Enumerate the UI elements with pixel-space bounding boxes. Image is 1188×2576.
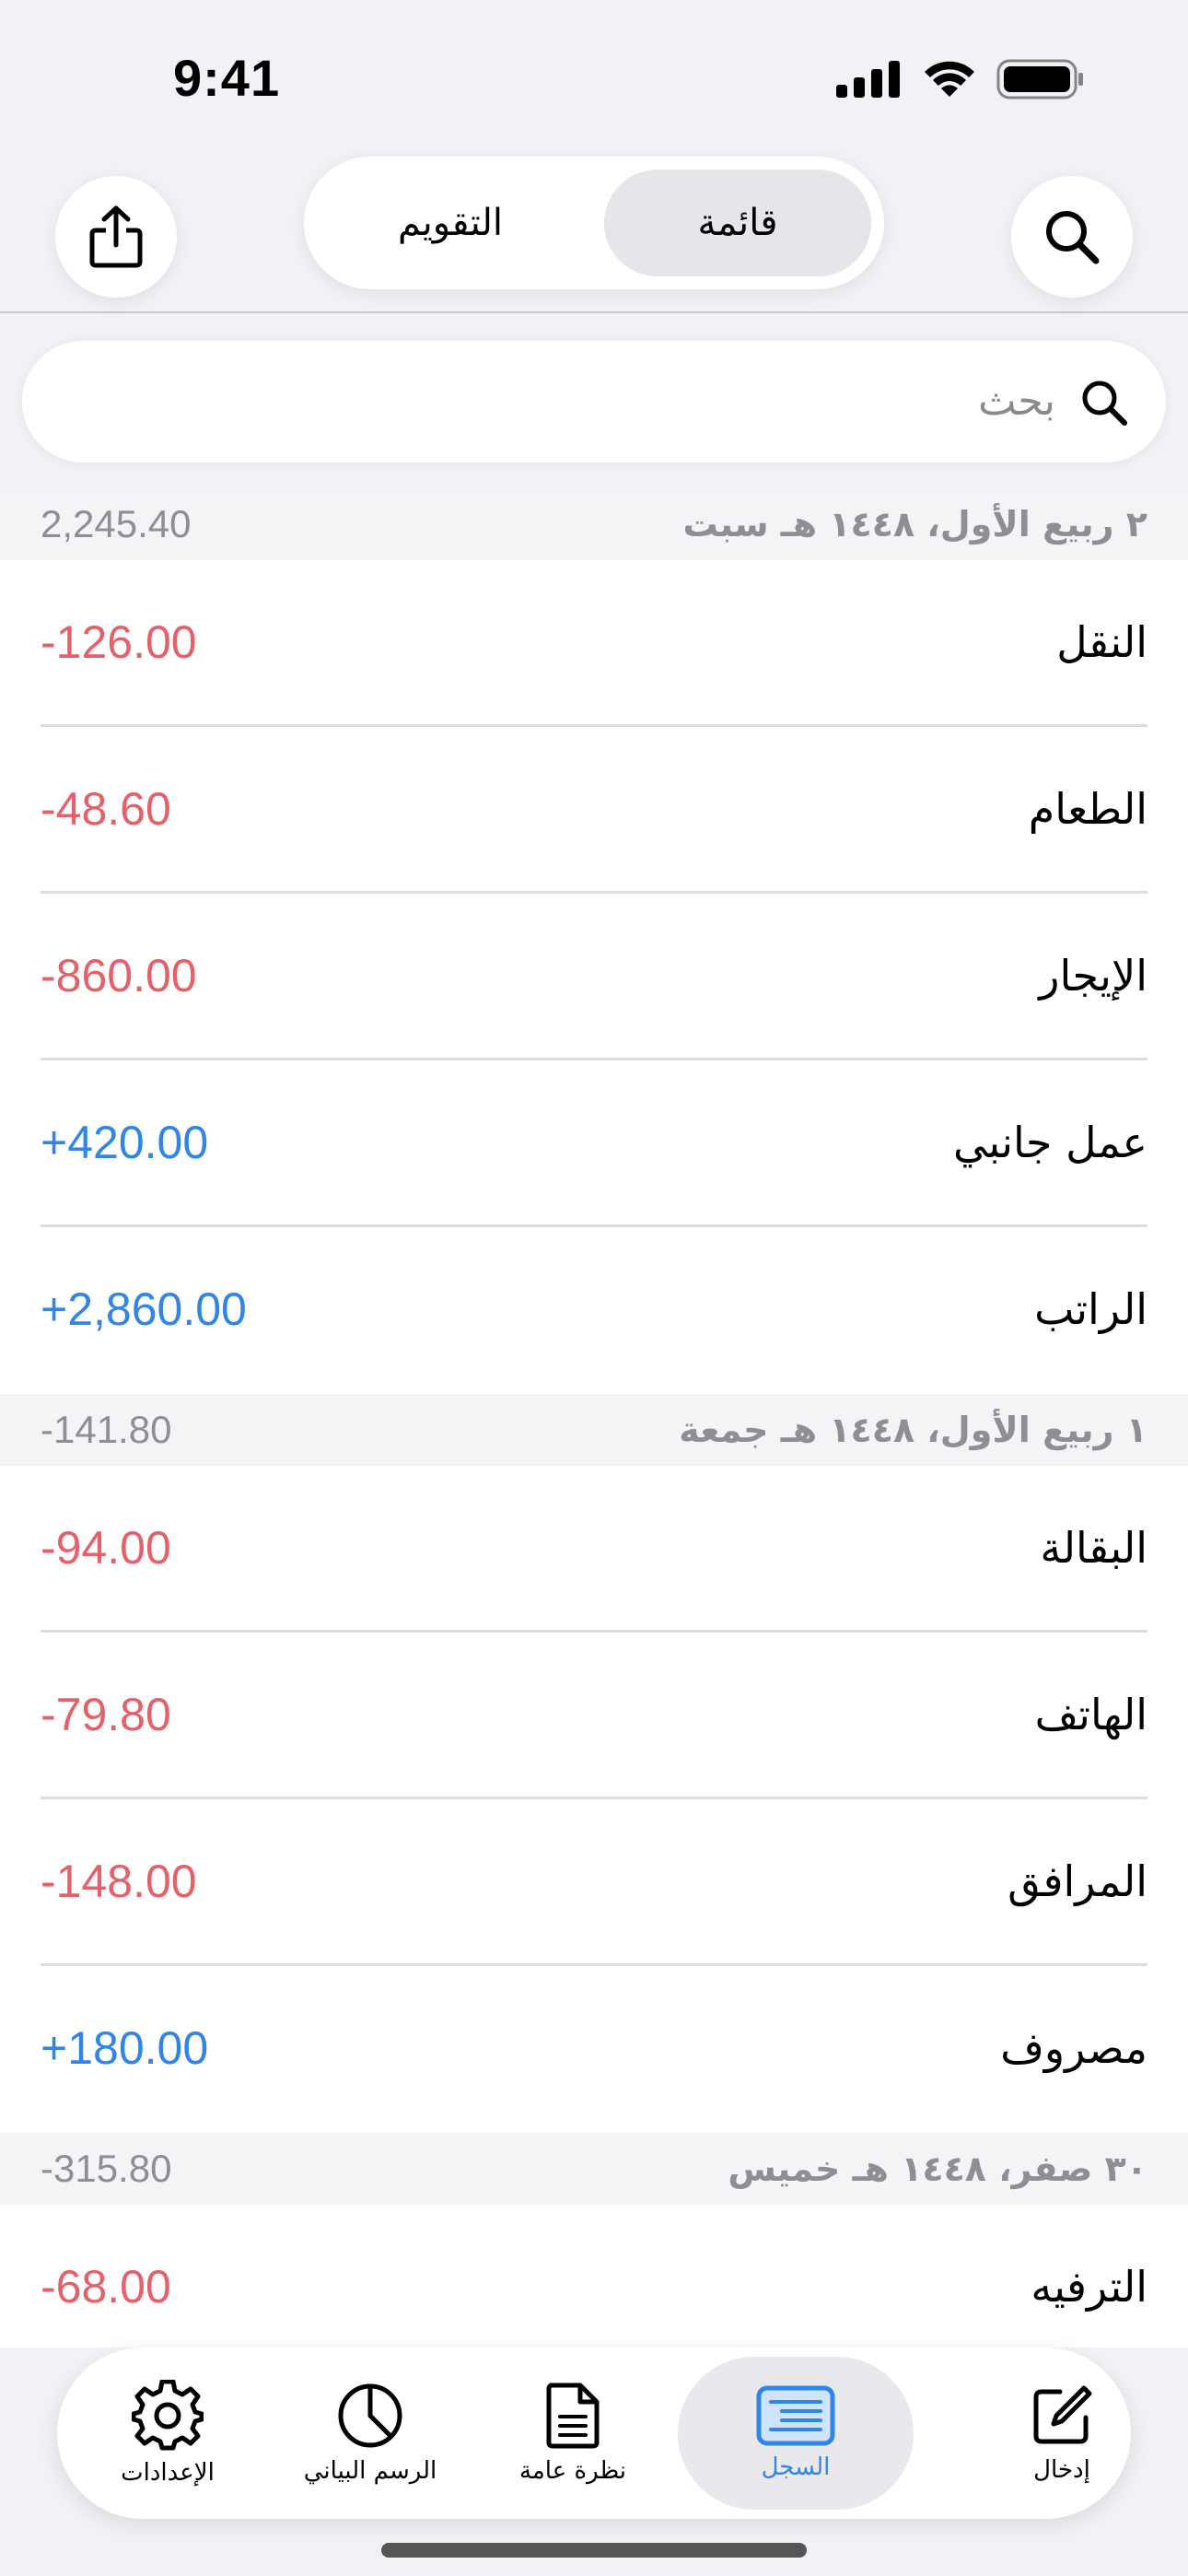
transaction-amount: -126.00 <box>41 616 197 668</box>
section-header: ٢ ربيع الأول، ١٤٤٨ هـ سبت 2,245.40 <box>0 488 1188 560</box>
transaction-category: المرافق <box>1007 1856 1147 1906</box>
segment-list[interactable]: قائمة <box>604 170 871 276</box>
tab-overview[interactable]: نظرة عامة <box>490 2357 656 2510</box>
status-bar: 9:41 <box>0 0 1188 157</box>
search-button[interactable] <box>1011 176 1133 298</box>
transaction-amount: -79.80 <box>41 1689 171 1740</box>
transaction-row[interactable]: مصروف +180.00 <box>0 1966 1188 2133</box>
battery-icon <box>996 59 1083 100</box>
header-divider <box>0 311 1188 313</box>
transaction-category: الهاتف <box>1034 1690 1147 1739</box>
transaction-amount: -94.00 <box>41 1522 171 1574</box>
transaction-category: عمل جانبي <box>953 1118 1147 1167</box>
transaction-row[interactable]: الترفيه -68.00 <box>0 2205 1188 2371</box>
status-time: 9:41 <box>173 49 281 107</box>
tab-bar: إدخال السجل نظرة عامة الرسم البياني الإع… <box>57 2348 1131 2519</box>
section-total: -315.80 <box>41 2147 172 2190</box>
transaction-list: ٢ ربيع الأول، ١٤٤٨ هـ سبت 2,245.40 النقل -1… <box>0 488 1188 2371</box>
transaction-category: الراتب <box>1034 1284 1147 1334</box>
share-icon <box>89 205 143 268</box>
tab-log-label: السجل <box>761 2453 831 2481</box>
wifi-icon <box>925 61 974 97</box>
section-date: ٢ ربيع الأول، ١٤٤٨ هـ سبت <box>682 504 1147 544</box>
transaction-row[interactable]: البقالة -94.00 <box>0 1466 1188 1633</box>
segment-calendar[interactable]: التقويم <box>317 170 584 276</box>
section-date: ٣٠ صفر، ١٤٤٨ هـ خميس <box>728 2149 1147 2189</box>
transaction-row[interactable]: الطعام -48.60 <box>0 727 1188 894</box>
tab-input-label: إدخال <box>1033 2456 1090 2484</box>
transaction-category: البقالة <box>1040 1523 1147 1573</box>
transaction-category: الإيجار <box>1039 951 1147 1001</box>
search-field-icon <box>1082 381 1127 426</box>
top-bar: قائمة التقويم <box>0 157 1188 313</box>
section-total: 2,245.40 <box>41 502 192 545</box>
transaction-amount: -860.00 <box>41 950 197 1001</box>
transaction-row[interactable]: الإيجار -860.00 <box>0 894 1188 1060</box>
gear-icon <box>132 2380 204 2451</box>
transaction-amount: +420.00 <box>41 1117 209 1168</box>
transaction-amount: -48.60 <box>41 783 171 835</box>
cellular-signal-icon <box>836 61 900 98</box>
tab-log[interactable]: السجل <box>678 2357 914 2510</box>
transaction-amount: -148.00 <box>41 1856 197 1907</box>
search-icon <box>1046 211 1100 264</box>
tab-overview-label: نظرة عامة <box>518 2457 627 2485</box>
transaction-row[interactable]: المرافق -148.00 <box>0 1799 1188 1966</box>
transaction-row[interactable]: الراتب +2,860.00 <box>0 1227 1188 1394</box>
transaction-category: الترفيه <box>1031 2262 1147 2312</box>
transaction-row[interactable]: عمل جانبي +420.00 <box>0 1060 1188 1227</box>
document-icon <box>546 2383 600 2449</box>
list-icon <box>756 2385 835 2446</box>
transaction-category: النقل <box>1056 617 1147 667</box>
tab-settings-label: الإعدادات <box>121 2459 215 2487</box>
status-icons <box>836 59 1085 100</box>
tab-chart[interactable]: الرسم البياني <box>287 2357 453 2510</box>
transaction-amount: -68.00 <box>41 2261 171 2313</box>
share-button[interactable] <box>55 176 177 298</box>
section-header: ٣٠ صفر، ١٤٤٨ هـ خميس -315.80 <box>0 2133 1188 2205</box>
search-field[interactable]: بحث <box>22 341 1166 463</box>
section-total: -141.80 <box>41 1408 172 1451</box>
transaction-row[interactable]: النقل -126.00 <box>0 560 1188 727</box>
section-date: ١ ربيع الأول، ١٤٤٨ هـ جمعة <box>679 1410 1147 1450</box>
edit-icon <box>1033 2385 1092 2444</box>
view-segmented-control: قائمة التقويم <box>304 157 884 289</box>
transaction-amount: +2,860.00 <box>41 1283 247 1335</box>
transaction-row[interactable]: الهاتف -79.80 <box>0 1633 1188 1799</box>
pie-chart-icon <box>338 2383 402 2448</box>
tab-settings[interactable]: الإعدادات <box>85 2357 250 2510</box>
section-header: ١ ربيع الأول، ١٤٤٨ هـ جمعة -141.80 <box>0 1394 1188 1466</box>
search-placeholder: بحث <box>978 378 1055 425</box>
home-indicator <box>381 2543 807 2558</box>
tab-chart-label: الرسم البياني <box>303 2457 437 2485</box>
transaction-category: مصروف <box>1000 2023 1147 2073</box>
transaction-category: الطعام <box>1028 784 1147 834</box>
tab-input[interactable]: إدخال <box>993 2357 1131 2510</box>
transaction-amount: +180.00 <box>41 2022 209 2074</box>
